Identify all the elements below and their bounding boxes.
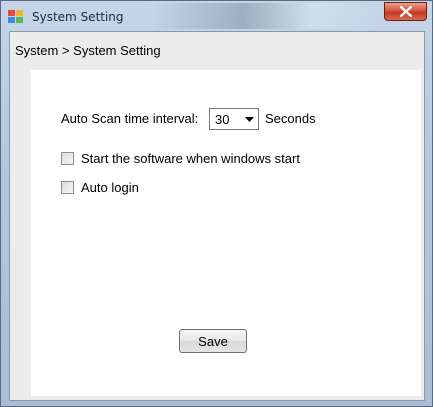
- window-title: System Setting: [32, 10, 124, 24]
- title-bar-glass: [151, 3, 381, 29]
- chevron-down-icon: [245, 117, 254, 122]
- client-area: System > System Setting Auto Scan time i…: [9, 31, 425, 401]
- start-with-windows-label[interactable]: Start the software when windows start: [81, 151, 300, 166]
- save-button[interactable]: Save: [179, 329, 247, 353]
- breadcrumb: System > System Setting: [15, 43, 161, 58]
- scan-interval-unit: Seconds: [265, 111, 316, 126]
- auto-login-label[interactable]: Auto login: [81, 180, 139, 195]
- scan-interval-label: Auto Scan time interval:: [61, 111, 199, 126]
- scan-interval-value: 30: [215, 112, 230, 127]
- close-icon: [400, 6, 412, 17]
- scan-interval-dropdown[interactable]: 30: [209, 108, 259, 130]
- title-bar[interactable]: System Setting: [1, 1, 432, 31]
- settings-panel: Auto Scan time interval: 30 Seconds Star…: [31, 70, 421, 396]
- start-with-windows-checkbox[interactable]: [61, 152, 74, 165]
- auto-login-checkbox[interactable]: [61, 181, 74, 194]
- system-setting-window: System Setting System > System Setting A…: [0, 0, 433, 407]
- app-icon: [8, 10, 24, 24]
- close-button[interactable]: [384, 2, 427, 21]
